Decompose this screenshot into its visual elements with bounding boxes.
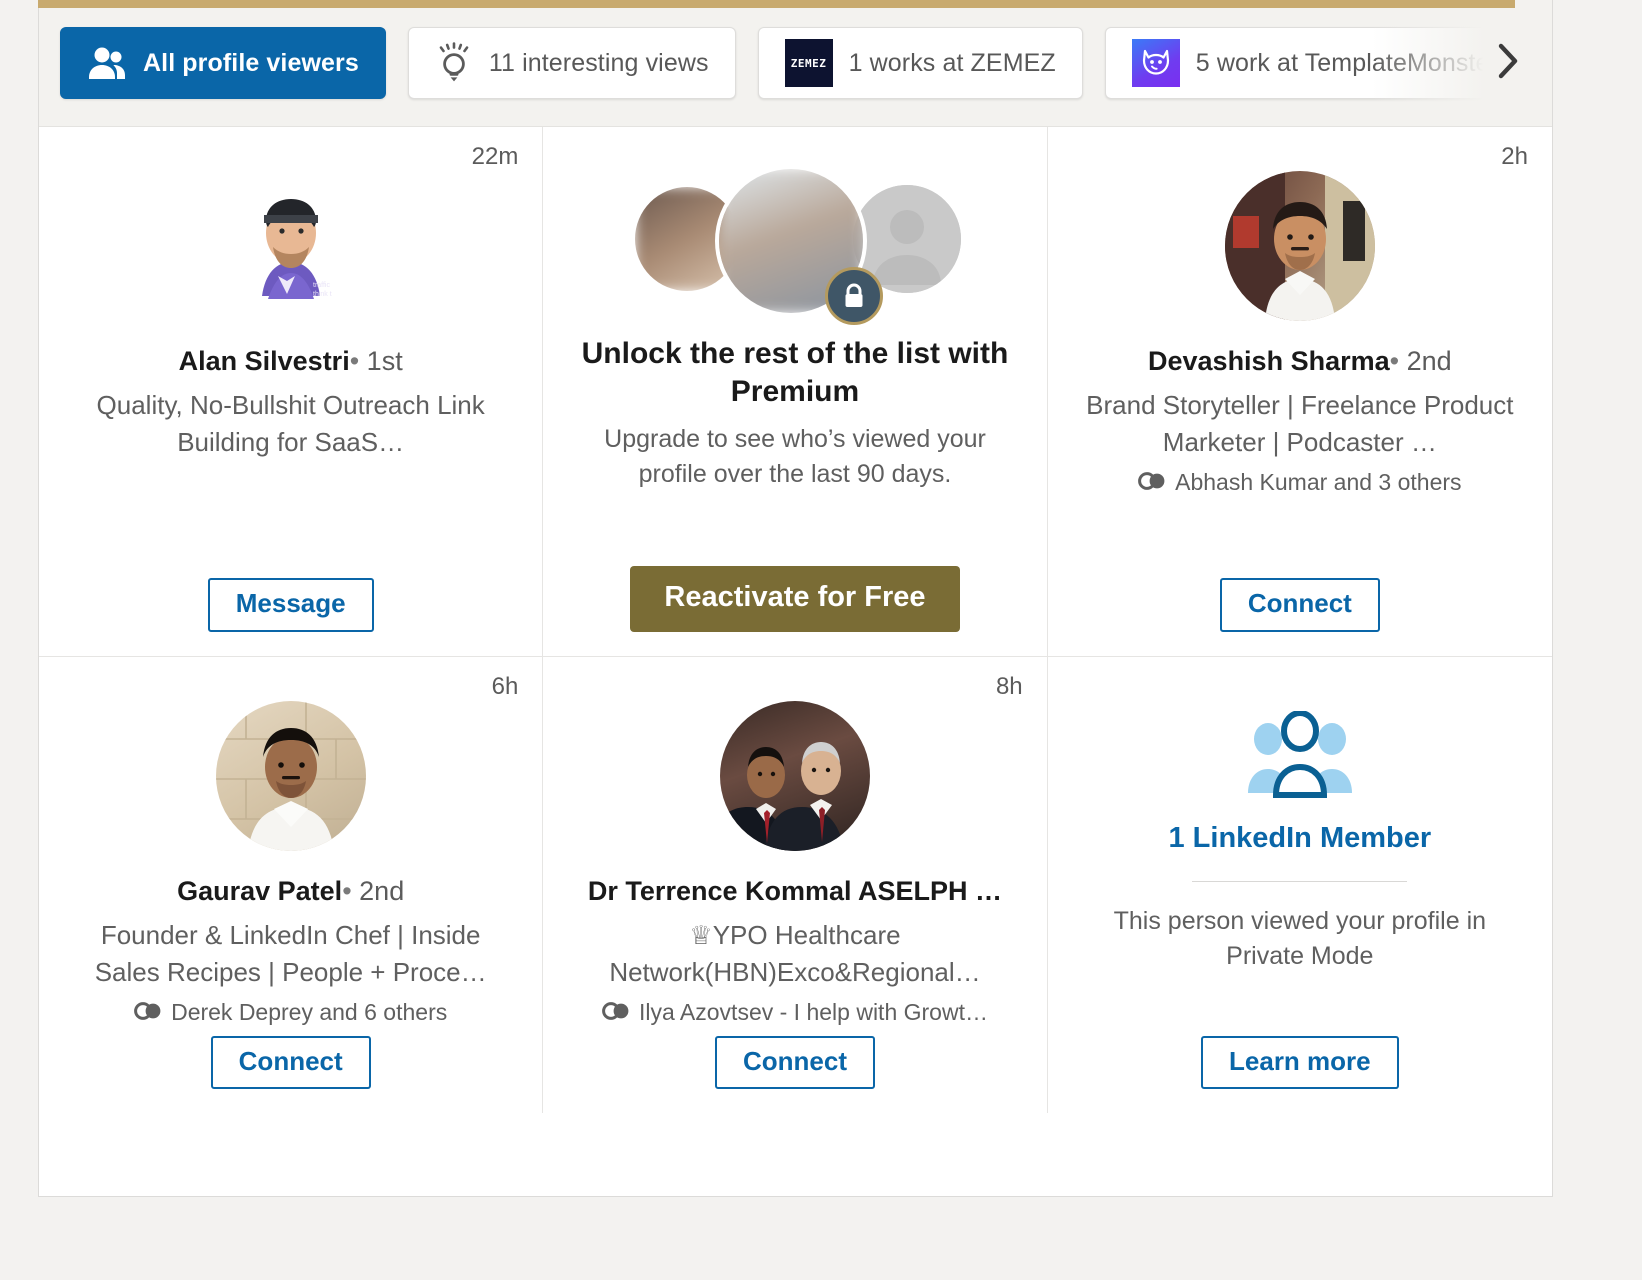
reactivate-button[interactable]: Reactivate for Free (630, 566, 960, 632)
mutual-connections: Ilya Azovtsev - I help with Growt… (602, 999, 988, 1026)
message-button[interactable]: Message (207, 578, 374, 632)
viewer-name: Dr Terrence Kommal ASELPH … (587, 876, 1003, 906)
name-separator: • (1389, 346, 1400, 376)
lock-icon (824, 267, 883, 325)
svg-text:traffic: traffic (313, 282, 330, 289)
premium-upsell-card: Unlock the rest of the list with Premium… (543, 127, 1048, 657)
zemez-logo-text: ZEMEZ (790, 56, 827, 70)
zemez-logo-icon: ZEMEZ (784, 39, 833, 87)
premium-gold-bar (38, 0, 1515, 8)
filter-pill-all-profile-viewers[interactable]: All profile viewers (60, 27, 386, 99)
mutual-connections-text: Abhash Kumar and 3 others (1175, 468, 1462, 495)
avatar[interactable]: traffic think t (215, 171, 366, 321)
name-separator: • (349, 346, 360, 376)
viewer-name: Devashish Sharma (1148, 346, 1390, 376)
viewer-headline: Quality, No-Bullshit Outreach Link Build… (96, 389, 485, 457)
viewer-timestamp: 22m (471, 143, 519, 170)
filter-pill-label: All profile viewers (143, 48, 359, 77)
viewer-headline: Brand Storyteller | Freelance Product Ma… (1086, 389, 1514, 457)
premium-subtitle: Upgrade to see who’s viewed your profile… (604, 425, 986, 488)
viewer-name: Alan Silvestri (178, 346, 350, 376)
profile-viewers-page: All profile viewers 11 interesting views (0, 0, 1642, 1280)
viewers-grid: 22m traffic think t Alan Silvestri• 1st … (39, 127, 1552, 1114)
filter-pill-label: 5 work at TemplateMonster (1195, 48, 1498, 77)
connect-button[interactable]: Connect (714, 1035, 875, 1090)
premium-title: Unlock the rest of the list with Premium (581, 337, 1009, 408)
connect-button[interactable]: Connect (1219, 578, 1380, 632)
filter-pill-label: 11 interesting views (488, 48, 709, 77)
viewer-name-line: Gaurav Patel• 2nd (177, 875, 404, 909)
learn-more-button[interactable]: Learn more (1201, 1035, 1399, 1090)
mutual-connections-text: Ilya Azovtsev - I help with Growt… (639, 998, 988, 1025)
viewer-degree: 2nd (1406, 346, 1452, 376)
templatemonster-logo-icon (1131, 39, 1180, 87)
viewer-name-line: Devashish Sharma• 2nd (1148, 345, 1452, 379)
mutual-connections-text: Derek Deprey and 6 others (171, 998, 448, 1025)
viewer-card[interactable]: 2h Devashish Sharma• 2nd Brand Storytell… (1047, 127, 1552, 657)
viewer-card[interactable]: 22m traffic think t Alan Silvestri• 1st … (39, 127, 544, 657)
private-member-text: This person viewed your profile in Priva… (1113, 907, 1487, 970)
mutual-connections-icon (134, 999, 162, 1026)
viewer-card[interactable]: 8h Dr Terrence Kommal ASELPH … ♕YPO Heal… (543, 657, 1048, 1114)
avatar[interactable] (215, 701, 366, 851)
lightbulb-icon (435, 42, 473, 84)
viewer-timestamp: 2h (1501, 143, 1528, 170)
people-icon (87, 46, 127, 80)
filter-pill-bar: All profile viewers 11 interesting views (39, 0, 1552, 127)
viewer-timestamp: 8h (995, 673, 1023, 700)
avatar[interactable] (719, 701, 870, 851)
connect-button[interactable]: Connect (210, 1035, 371, 1090)
viewer-name: Gaurav Patel (177, 876, 343, 906)
filter-pill-templatemonster[interactable]: 5 work at TemplateMonster (1104, 27, 1525, 99)
premium-avatar-cluster (625, 165, 965, 325)
viewer-degree: 1st (366, 346, 403, 376)
filter-next-button[interactable] (1488, 43, 1528, 83)
avatar[interactable] (1224, 171, 1375, 321)
viewer-name-line: Dr Terrence Kommal ASELPH … (588, 875, 1002, 909)
viewer-headline: ♕YPO Healthcare Network(HBN)Exco&Regiona… (609, 919, 981, 987)
viewer-name-line: Alan Silvestri• 1st (179, 345, 403, 379)
viewer-headline: Founder & LinkedIn Chef | Inside Sales R… (94, 919, 487, 987)
filter-pill-interesting-views[interactable]: 11 interesting views (407, 27, 736, 99)
mutual-connections-icon (1138, 469, 1166, 496)
mutual-connections: Abhash Kumar and 3 others (1138, 468, 1462, 496)
chevron-right-icon (1497, 43, 1519, 84)
private-member-title[interactable]: 1 LinkedIn Member (1168, 822, 1431, 855)
viewer-card[interactable]: 6h Gaurav Patel• 2nd Founder & LinkedIn … (39, 657, 544, 1114)
mutual-connections-icon (602, 999, 630, 1026)
viewer-degree: 2nd (359, 876, 405, 906)
private-members-icon (1246, 710, 1354, 804)
filter-pill-label: 1 works at ZEMEZ (848, 48, 1056, 77)
viewers-card-frame: All profile viewers 11 interesting views (38, 0, 1553, 1197)
divider (1192, 881, 1408, 882)
name-separator: • (342, 876, 352, 906)
viewer-timestamp: 6h (491, 673, 519, 700)
filter-pill-zemez[interactable]: ZEMEZ 1 works at ZEMEZ (757, 27, 1083, 99)
private-member-card: 1 LinkedIn Member This person viewed you… (1048, 657, 1552, 1113)
svg-text:think t: think t (313, 291, 332, 298)
mutual-connections: Derek Deprey and 6 others (134, 999, 447, 1026)
